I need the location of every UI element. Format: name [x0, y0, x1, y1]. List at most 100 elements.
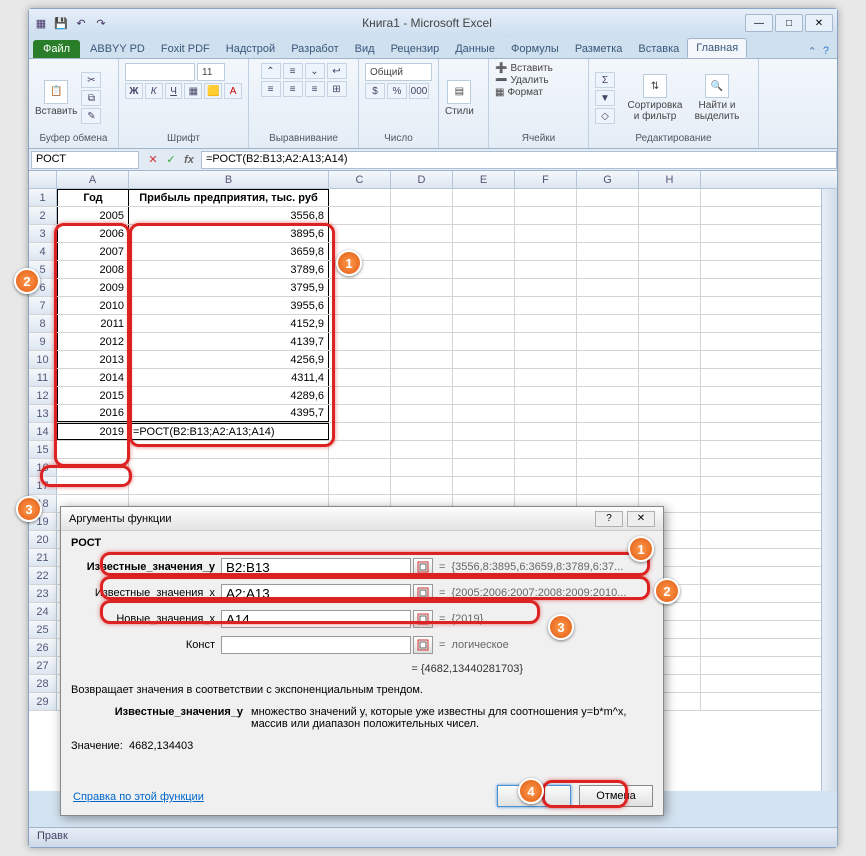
dialog-help-button[interactable]: ?	[595, 511, 623, 527]
cell-A5[interactable]: 2008	[57, 261, 129, 278]
col-H[interactable]: H	[639, 171, 701, 188]
wrap-icon[interactable]: ↩	[327, 63, 347, 79]
cells-format[interactable]: ▦Формат	[495, 87, 582, 98]
cell-A12[interactable]: 2015	[57, 387, 129, 404]
row-head-23[interactable]: 23	[29, 585, 57, 602]
arg-input-2[interactable]	[221, 610, 411, 628]
percent-icon[interactable]: %	[387, 83, 407, 99]
row-head-25[interactable]: 25	[29, 621, 57, 638]
close-button[interactable]: ✕	[805, 14, 833, 32]
number-format-dropdown[interactable]: Общий	[365, 63, 432, 81]
paste-button[interactable]: 📋 Вставить	[35, 80, 77, 117]
cell-A3[interactable]: 2006	[57, 225, 129, 242]
col-B[interactable]: B	[129, 171, 329, 188]
cell-B10[interactable]: 4256,9	[129, 351, 329, 368]
row-head-20[interactable]: 20	[29, 531, 57, 548]
row-head-3[interactable]: 3	[29, 225, 57, 242]
col-C[interactable]: C	[329, 171, 391, 188]
fill-icon[interactable]: ▼	[595, 90, 615, 106]
cell-B14[interactable]: =РОСТ(B2:B13;A2:A13;A14)	[129, 423, 329, 440]
styles-button[interactable]: ▤ Стили	[445, 80, 474, 117]
tab-Вид[interactable]: Вид	[347, 40, 383, 58]
row-head-29[interactable]: 29	[29, 693, 57, 710]
cell-B11[interactable]: 4311,4	[129, 369, 329, 386]
row-head-8[interactable]: 8	[29, 315, 57, 332]
cell-A16[interactable]	[57, 459, 129, 476]
tab-Данные[interactable]: Данные	[447, 40, 503, 58]
cell-B9[interactable]: 4139,7	[129, 333, 329, 350]
arg-input-3[interactable]	[221, 636, 411, 654]
row-head-2[interactable]: 2	[29, 207, 57, 224]
tab-Разметка[interactable]: Разметка	[567, 40, 631, 58]
cell-B17[interactable]	[129, 477, 329, 494]
cell-B6[interactable]: 3795,9	[129, 279, 329, 296]
ribbon-minimize-icon[interactable]: ⌃	[808, 45, 817, 58]
cell-B1[interactable]: Прибыль предприятия, тыс. руб	[129, 189, 329, 206]
cell-B2[interactable]: 3556,8	[129, 207, 329, 224]
tab-file[interactable]: Файл	[33, 40, 80, 58]
maximize-button[interactable]: □	[775, 14, 803, 32]
cell-A4[interactable]: 2007	[57, 243, 129, 260]
cell-A7[interactable]: 2010	[57, 297, 129, 314]
cells-insert[interactable]: ➕Вставить	[495, 63, 582, 74]
row-head-1[interactable]: 1	[29, 189, 57, 206]
row-head-26[interactable]: 26	[29, 639, 57, 656]
row-head-15[interactable]: 15	[29, 441, 57, 458]
cell-A13[interactable]: 2016	[57, 405, 129, 422]
select-all-corner[interactable]	[29, 171, 57, 188]
cell-A11[interactable]: 2014	[57, 369, 129, 386]
arg-input-0[interactable]	[221, 558, 411, 576]
help-icon[interactable]: ?	[823, 45, 829, 58]
tab-Главная[interactable]: Главная	[687, 38, 747, 58]
cell-A9[interactable]: 2012	[57, 333, 129, 350]
cell-B12[interactable]: 4289,6	[129, 387, 329, 404]
row-head-16[interactable]: 16	[29, 459, 57, 476]
row-head-27[interactable]: 27	[29, 657, 57, 674]
format-painter-icon[interactable]: ✎	[81, 108, 101, 124]
undo-icon[interactable]: ↶	[73, 15, 89, 31]
merge-icon[interactable]: ⊞	[327, 81, 347, 97]
cell-A10[interactable]: 2013	[57, 351, 129, 368]
align-mid-icon[interactable]: ≡	[283, 63, 303, 79]
align-bot-icon[interactable]: ⌄	[305, 63, 325, 79]
autosum-icon[interactable]: Σ	[595, 72, 615, 88]
cell-A15[interactable]	[57, 441, 129, 458]
row-head-28[interactable]: 28	[29, 675, 57, 692]
row-head-21[interactable]: 21	[29, 549, 57, 566]
align-top-icon[interactable]: ⌃	[261, 63, 281, 79]
tab-Надстрой[interactable]: Надстрой	[218, 40, 283, 58]
fill-color-icon[interactable]: 🟨	[204, 83, 222, 99]
range-select-icon[interactable]	[413, 610, 433, 628]
cell-B5[interactable]: 3789,6	[129, 261, 329, 278]
row-head-13[interactable]: 13	[29, 405, 57, 422]
align-right-icon[interactable]: ≡	[305, 81, 325, 97]
align-center-icon[interactable]: ≡	[283, 81, 303, 97]
col-D[interactable]: D	[391, 171, 453, 188]
tab-Формулы[interactable]: Формулы	[503, 40, 567, 58]
cell-A14[interactable]: 2019	[57, 423, 129, 440]
cell-B8[interactable]: 4152,9	[129, 315, 329, 332]
cell-A1[interactable]: Год	[57, 189, 129, 206]
sort-filter-button[interactable]: ⇅ Сортировка и фильтр	[625, 74, 685, 122]
cell-A8[interactable]: 2011	[57, 315, 129, 332]
row-head-11[interactable]: 11	[29, 369, 57, 386]
cut-icon[interactable]: ✂	[81, 72, 101, 88]
row-head-12[interactable]: 12	[29, 387, 57, 404]
cell-B15[interactable]	[129, 441, 329, 458]
row-head-9[interactable]: 9	[29, 333, 57, 350]
col-E[interactable]: E	[453, 171, 515, 188]
row-head-14[interactable]: 14	[29, 423, 57, 440]
find-select-button[interactable]: 🔍 Найти и выделить	[689, 74, 745, 122]
cell-A2[interactable]: 2005	[57, 207, 129, 224]
clear-icon[interactable]: ◇	[595, 108, 615, 124]
italic-button[interactable]: К	[145, 83, 163, 99]
cell-A17[interactable]	[57, 477, 129, 494]
cell-B3[interactable]: 3895,6	[129, 225, 329, 242]
row-head-10[interactable]: 10	[29, 351, 57, 368]
font-color-icon[interactable]: A	[224, 83, 242, 99]
name-box[interactable]: РОСТ	[31, 151, 139, 169]
fx-icon[interactable]: fx	[181, 152, 197, 168]
save-icon[interactable]: 💾	[53, 15, 69, 31]
cell-B13[interactable]: 4395,7	[129, 405, 329, 422]
row-head-4[interactable]: 4	[29, 243, 57, 260]
